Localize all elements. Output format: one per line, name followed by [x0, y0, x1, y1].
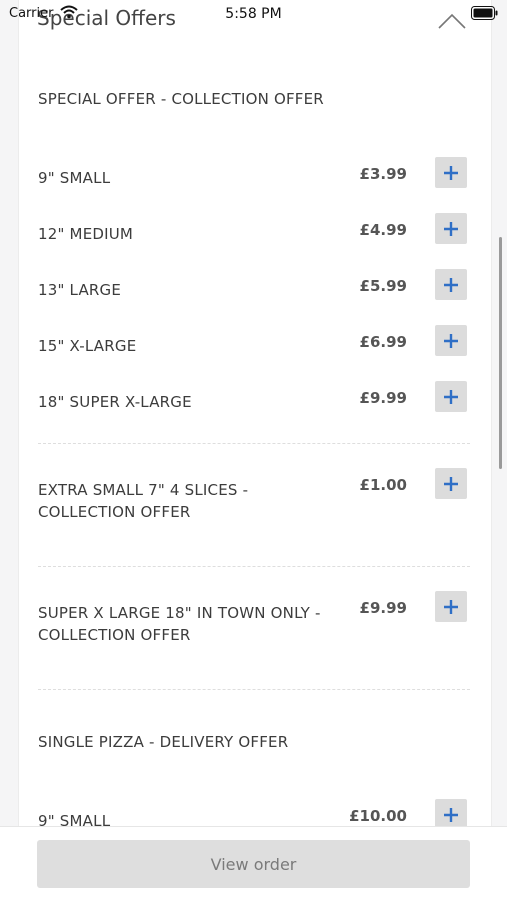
- plus-icon: [444, 599, 458, 614]
- item-price: £3.99: [359, 165, 407, 183]
- item-name: 15" X-LARGE: [38, 337, 137, 355]
- menu-card: [18, 0, 492, 900]
- footer-bar: View order: [0, 826, 507, 901]
- plus-icon: [444, 221, 458, 236]
- item-price: £6.99: [359, 333, 407, 351]
- add-item-button[interactable]: [435, 325, 467, 356]
- add-item-button[interactable]: [435, 468, 467, 499]
- item-name: EXTRA SMALL 7" 4 SLICES - COLLECTION OFF…: [38, 481, 249, 521]
- add-item-button[interactable]: [435, 591, 467, 622]
- plus-icon: [444, 165, 458, 180]
- plus-icon: [444, 277, 458, 292]
- status-bar: Carrier 5:58 PM: [0, 0, 507, 28]
- divider: [38, 566, 470, 567]
- plus-icon: [444, 807, 458, 822]
- battery-icon: [471, 5, 499, 24]
- item-name: SUPER X LARGE 18" IN TOWN ONLY - COLLECT…: [38, 604, 321, 644]
- item-price: £9.99: [359, 389, 407, 407]
- group-header: SPECIAL OFFER - COLLECTION OFFER: [38, 90, 324, 108]
- group-header: SINGLE PIZZA - DELIVERY OFFER: [38, 733, 289, 751]
- item-price: £10.00: [349, 807, 407, 825]
- divider: [38, 443, 470, 444]
- add-item-button[interactable]: [435, 269, 467, 300]
- add-item-button[interactable]: [435, 213, 467, 244]
- clock: 5:58 PM: [225, 6, 282, 22]
- item-price: £5.99: [359, 277, 407, 295]
- item-name: 12" MEDIUM: [38, 225, 134, 243]
- item-name: 13" LARGE: [38, 281, 122, 299]
- plus-icon: [444, 476, 458, 491]
- item-name: 9" SMALL: [38, 169, 111, 187]
- add-item-button[interactable]: [435, 157, 467, 188]
- divider: [38, 689, 470, 690]
- item-price: £1.00: [359, 476, 407, 494]
- scroll-indicator[interactable]: [499, 237, 502, 469]
- plus-icon: [444, 333, 458, 348]
- add-item-button[interactable]: [435, 381, 467, 412]
- item-price: £9.99: [359, 599, 407, 617]
- view-order-button[interactable]: View order: [37, 840, 470, 888]
- item-price: £4.99: [359, 221, 407, 239]
- item-name: 18" SUPER X-LARGE: [38, 393, 192, 411]
- plus-icon: [444, 389, 458, 404]
